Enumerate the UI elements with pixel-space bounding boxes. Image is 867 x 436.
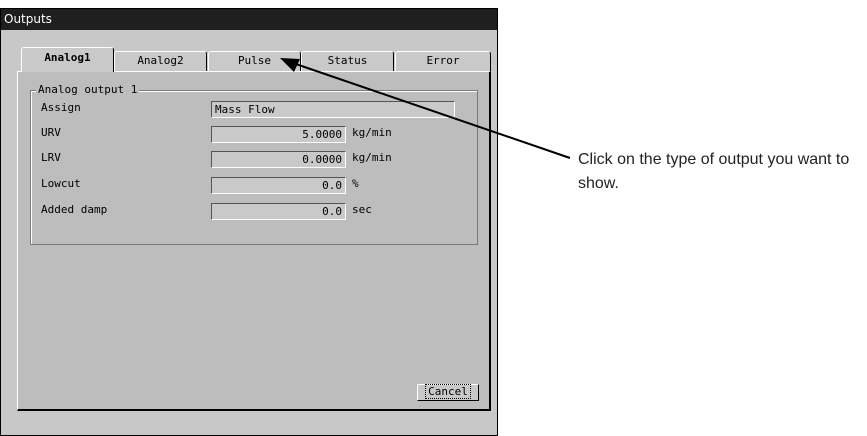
annotation-text: Click on the type of output you want to … bbox=[578, 151, 850, 192]
callout-arrow bbox=[280, 58, 571, 159]
callout-line bbox=[289, 61, 571, 159]
arrowhead-icon bbox=[280, 58, 300, 72]
tab-analog1[interactable]: Analog1 bbox=[21, 47, 114, 72]
